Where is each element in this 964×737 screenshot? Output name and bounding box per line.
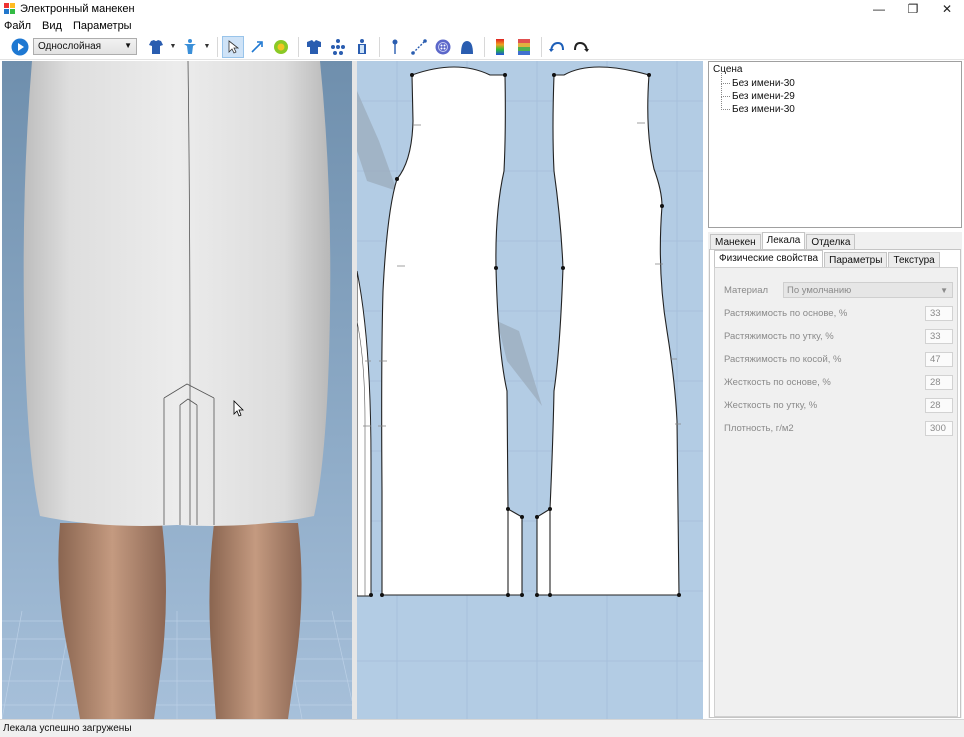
material-row: Материал По умолчанию ▼ <box>724 282 956 298</box>
property-row: Растяжимость по основе, % 33 <box>724 305 956 321</box>
chevron-down-icon: ▼ <box>940 285 948 295</box>
layer-mode-select[interactable]: Однослойная ▼ <box>33 38 137 55</box>
property-label: Растяжимость по утку, % <box>724 330 834 342</box>
scene-tree: Сцена Без имени-30 Без имени-29 Без имен… <box>708 61 962 228</box>
tab-patterns[interactable]: Лекала <box>761 232 806 249</box>
property-value-field[interactable]: 33 <box>925 305 953 321</box>
points-icon[interactable] <box>327 36 349 58</box>
toolbar-separator <box>484 36 485 57</box>
property-label: Жесткость по основе, % <box>724 376 831 388</box>
menu-view[interactable]: Вид <box>42 20 62 32</box>
stretch-map-icon[interactable] <box>513 36 535 58</box>
tshirt-icon[interactable] <box>303 36 325 58</box>
menu-parameters[interactable]: Параметры <box>73 20 132 32</box>
close-button[interactable]: ✕ <box>930 0 964 18</box>
material-value: По умолчанию <box>787 284 852 296</box>
property-value-field[interactable]: 300 <box>925 420 953 436</box>
redo-icon[interactable] <box>570 36 592 58</box>
figure-icon[interactable] <box>351 36 373 58</box>
material-select[interactable]: По умолчанию ▼ <box>783 282 953 298</box>
property-row: Жесткость по утку, % 28 <box>724 397 956 413</box>
measure-icon[interactable] <box>408 36 430 58</box>
main-tabs: Манекен Лекала Отделка <box>708 232 962 249</box>
tab-physical-properties[interactable]: Физические свойства <box>714 250 824 267</box>
patterns-tab-body: Физические свойства Параметры Текстура М… <box>709 249 961 718</box>
tab-mannequin[interactable]: Манекен <box>710 234 761 249</box>
property-label: Растяжимость по основе, % <box>724 307 848 319</box>
status-text: Лекала успешно загружены <box>3 723 132 734</box>
button-icon[interactable] <box>432 36 454 58</box>
status-bar: Лекала успешно загружены <box>0 719 964 737</box>
property-value-field[interactable]: 47 <box>925 351 953 367</box>
undo-icon[interactable] <box>546 36 568 58</box>
toolbar-separator <box>298 36 299 57</box>
property-label: Растяжимость по косой, % <box>724 353 842 365</box>
select-arrow-icon[interactable] <box>222 35 244 58</box>
property-label: Плотность, г/м2 <box>724 422 794 434</box>
scene-root-label[interactable]: Сцена <box>713 64 957 75</box>
scene-item[interactable]: Без имени-30 <box>713 97 957 116</box>
properties-panel: Манекен Лекала Отделка Физические свойст… <box>708 232 962 718</box>
pattern-2d-view[interactable] <box>357 61 703 719</box>
material-label: Материал <box>724 284 769 296</box>
tab-texture[interactable]: Текстура <box>888 252 940 267</box>
property-row: Плотность, г/м2 300 <box>724 420 956 436</box>
gradient-icon[interactable] <box>489 36 511 58</box>
title-bar: Электронный манекен — ❐ ✕ <box>0 0 964 18</box>
property-row: Растяжимость по косой, % 47 <box>724 351 956 367</box>
menu-file[interactable]: Файл <box>4 20 31 32</box>
toolbar: Однослойная ▼ ▼ ▼ <box>0 34 964 60</box>
toolbar-separator <box>217 36 218 57</box>
mannequin-3d-view[interactable] <box>2 61 352 719</box>
gear-flower-icon[interactable] <box>270 36 292 58</box>
chevron-down-icon: ▼ <box>124 41 132 50</box>
draw-arrow-icon[interactable] <box>246 36 268 58</box>
tab-finishing[interactable]: Отделка <box>806 234 856 249</box>
app-icon <box>4 3 16 15</box>
mannequin-dropdown-chevron-icon[interactable]: ▼ <box>203 36 211 58</box>
pin-icon[interactable] <box>384 36 406 58</box>
property-value-field[interactable]: 28 <box>925 397 953 413</box>
property-label: Жесткость по утку, % <box>724 399 818 411</box>
physical-properties-body: Материал По умолчанию ▼ Растяжимость по … <box>714 267 958 717</box>
property-row: Жесткость по основе, % 28 <box>724 374 956 390</box>
garment-icon[interactable] <box>145 36 167 58</box>
play-icon[interactable] <box>9 36 31 58</box>
scene-item[interactable]: Без имени-29 <box>713 84 957 103</box>
scene-item[interactable]: Без имени-30 <box>713 71 957 90</box>
property-value-field[interactable]: 28 <box>925 374 953 390</box>
mannequin-icon[interactable] <box>179 36 201 58</box>
toolbar-separator <box>541 36 542 57</box>
toolbar-separator <box>379 36 380 57</box>
property-value-field[interactable]: 33 <box>925 328 953 344</box>
tab-parameters[interactable]: Параметры <box>824 252 888 267</box>
restore-button[interactable]: ❐ <box>896 0 930 18</box>
sub-tabs: Физические свойства Параметры Текстура <box>710 250 960 267</box>
hat-icon[interactable] <box>456 36 478 58</box>
property-row: Растяжимость по утку, % 33 <box>724 328 956 344</box>
window-title: Электронный манекен <box>20 3 135 15</box>
layer-mode-value: Однослойная <box>38 41 102 52</box>
menu-bar: Файл Вид Параметры <box>0 18 964 34</box>
minimize-button[interactable]: — <box>862 0 896 18</box>
garment-dropdown-chevron-icon[interactable]: ▼ <box>169 36 177 58</box>
